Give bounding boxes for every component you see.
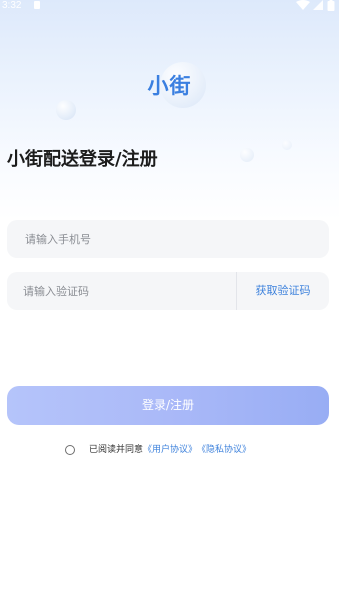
signal-icon [313, 0, 323, 10]
user-agreement-link[interactable]: 《用户协议》 [143, 443, 197, 457]
login-register-button[interactable]: 登录/注册 [7, 386, 329, 425]
privacy-policy-link[interactable]: 《隐私协议》 [197, 443, 251, 457]
agreement-checkbox[interactable] [65, 445, 75, 455]
decorative-bubble [56, 100, 76, 120]
verification-code-input[interactable] [23, 272, 223, 310]
status-time: 3:32 [2, 0, 22, 11]
decorative-bubble [282, 140, 292, 150]
verification-code-field: 获取验证码 [7, 272, 329, 310]
get-code-button[interactable]: 获取验证码 [237, 272, 329, 310]
agreement-text: 已阅读并同意 [89, 445, 144, 455]
header-gradient-background [0, 0, 339, 220]
phone-field [7, 220, 329, 258]
battery-icon [327, 0, 335, 11]
page-title: 小街配送登录/注册 [7, 149, 158, 170]
notification-icon [34, 1, 40, 9]
app-logo: 小街 [147, 74, 192, 98]
agreement-row: 已阅读并同意 《用户协议》 《隐私协议》 [65, 443, 251, 457]
decorative-bubble [240, 148, 254, 162]
phone-input[interactable] [25, 220, 315, 258]
status-bar: 3:32 [0, 0, 339, 14]
wifi-icon [296, 0, 310, 10]
